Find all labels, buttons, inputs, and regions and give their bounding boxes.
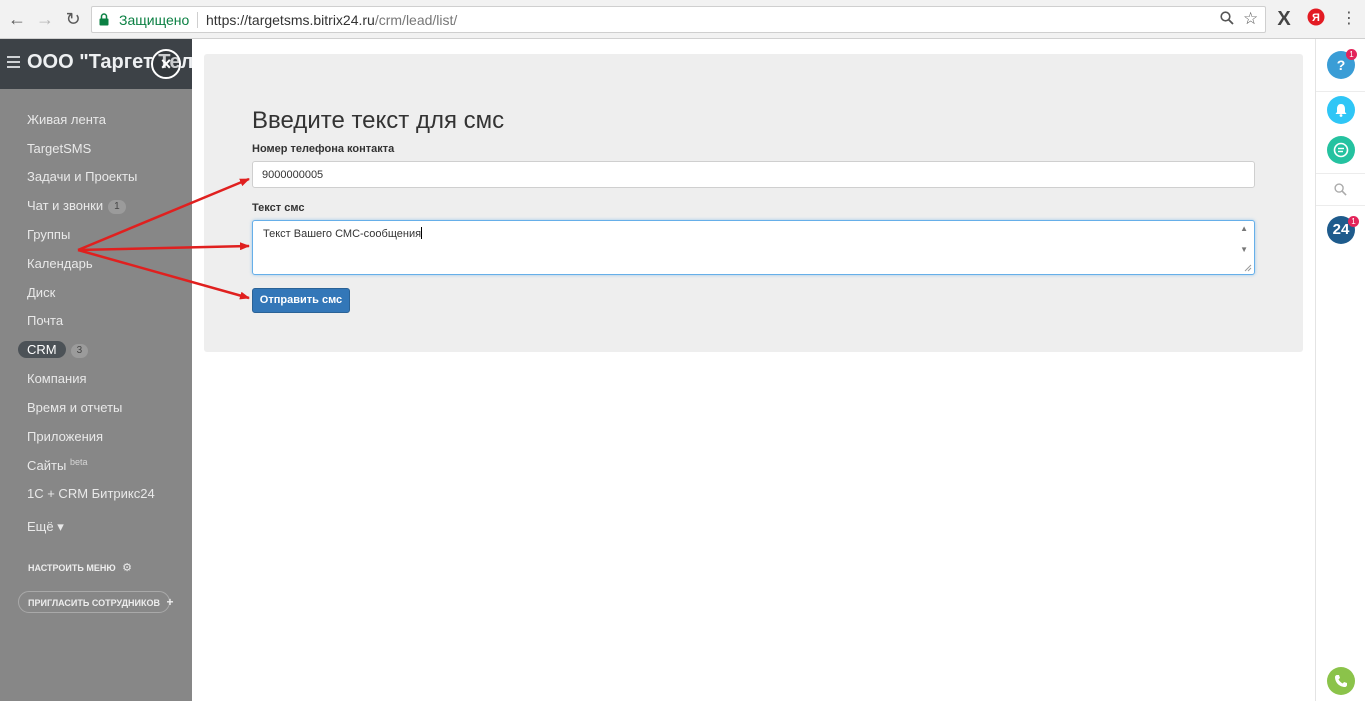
- sidebar-item-crm[interactable]: CRM 3: [18, 341, 89, 358]
- configure-menu-label: НАСТРОИТЬ МЕНЮ: [28, 563, 116, 573]
- main-panel: Введите текст для смс Номер телефона кон…: [192, 39, 1315, 701]
- secure-label: Защищено: [119, 12, 190, 28]
- sms-text-value: Текст Вашего СМС-сообщения: [263, 227, 423, 240]
- rightbar-divider: [1316, 205, 1365, 206]
- sidebar-item-calendar[interactable]: Календарь: [27, 256, 93, 271]
- omnibox-divider: [197, 12, 198, 28]
- search-icon[interactable]: [1220, 11, 1234, 29]
- close-slider-icon[interactable]: ×: [151, 49, 181, 79]
- sms-text: Текст Вашего СМС-сообщения: [263, 228, 422, 240]
- gear-icon: ⚙: [122, 562, 133, 574]
- sidebar-item-live-feed[interactable]: Живая лента: [27, 112, 106, 127]
- bookmark-star-icon[interactable]: ☆: [1243, 9, 1258, 29]
- lock-icon: [99, 13, 109, 26]
- phone-label: Номер телефона контакта: [252, 143, 395, 155]
- phone-input[interactable]: [252, 161, 1255, 188]
- back-icon[interactable]: ←: [6, 8, 28, 30]
- plus-icon: +: [166, 595, 174, 609]
- help-badge: 1: [1346, 49, 1357, 60]
- url-text[interactable]: https://targetsms.bitrix24.ru/crm/lead/l…: [206, 12, 457, 28]
- browser-toolbar: ← → ↻ Защищено https://targetsms.bitrix2…: [0, 0, 1365, 39]
- sidebar-item-apps[interactable]: Приложения: [27, 429, 103, 444]
- sidebar-item-more[interactable]: Ещё ▾: [27, 519, 64, 535]
- hamburger-menu-icon[interactable]: [7, 56, 20, 68]
- yandex-icon[interactable]: Я: [1305, 8, 1327, 30]
- resize-handle-icon[interactable]: [1244, 264, 1252, 272]
- sidebar-item-disk[interactable]: Диск: [27, 285, 55, 300]
- browser-menu-icon[interactable]: ⋮: [1338, 8, 1360, 30]
- sidebar-item-targetsms[interactable]: TargetSMS: [27, 141, 91, 156]
- beta-label: beta: [69, 457, 88, 467]
- scroll-down-icon[interactable]: ▼: [1240, 245, 1248, 254]
- forward-icon[interactable]: →: [34, 8, 56, 30]
- invite-employees-button[interactable]: ПРИГЛАСИТЬ СОТРУДНИКОВ +: [18, 591, 174, 613]
- url-path: /crm/lead/list/: [374, 12, 458, 28]
- sms-form-card: Введите текст для смс Номер телефона кон…: [204, 54, 1303, 352]
- crm-counter-badge: 3: [70, 344, 89, 358]
- reload-icon[interactable]: ↻: [62, 8, 84, 30]
- chat-icon[interactable]: [1327, 136, 1355, 164]
- sms-label: Текст смс: [252, 202, 305, 214]
- sidebar-item-groups[interactable]: Группы: [27, 227, 70, 242]
- sidebar-item-label: Сайты: [27, 458, 67, 473]
- rightbar-divider: [1316, 173, 1365, 174]
- bitrix24-badge: 1: [1348, 216, 1359, 227]
- configure-menu-button[interactable]: НАСТРОИТЬ МЕНЮ ⚙: [28, 561, 132, 574]
- sidebar-item-chat[interactable]: Чат и звонки 1: [27, 198, 126, 214]
- crm-active-pill: CRM: [18, 341, 66, 358]
- sidebar-item-mail[interactable]: Почта: [27, 313, 63, 328]
- sidebar-item-tasks[interactable]: Задачи и Проекты: [27, 169, 137, 184]
- form-title: Введите текст для смс: [252, 107, 505, 134]
- extension-x-icon[interactable]: X: [1273, 8, 1295, 30]
- sidebar-item-company[interactable]: Компания: [27, 371, 87, 386]
- text-caret: [421, 227, 423, 239]
- sidebar-item-time-reports[interactable]: Время и отчеты: [27, 400, 122, 415]
- address-bar[interactable]: Защищено https://targetsms.bitrix24.ru/c…: [91, 6, 1266, 33]
- chat-counter-badge: 1: [108, 200, 126, 214]
- scroll-up-icon[interactable]: ▲: [1240, 224, 1248, 233]
- left-sidebar: ООО "Таргет Телеком" Живая лента TargetS…: [0, 39, 192, 701]
- phone-call-icon[interactable]: [1327, 667, 1355, 695]
- sms-textarea[interactable]: Текст Вашего СМС-сообщения ▲ ▼: [252, 220, 1255, 275]
- search-icon[interactable]: [1334, 183, 1347, 201]
- rightbar-divider: [1316, 91, 1365, 92]
- sidebar-item-sites[interactable]: Сайты beta: [27, 457, 87, 473]
- sidebar-item-label: Чат и звонки: [27, 198, 104, 213]
- right-toolbar: ? 1 24 1: [1315, 39, 1365, 701]
- send-sms-button[interactable]: Отправить смс: [252, 288, 350, 313]
- bell-icon[interactable]: [1327, 96, 1355, 124]
- invite-label: ПРИГЛАСИТЬ СОТРУДНИКОВ: [28, 598, 161, 608]
- url-host: https://targetsms.bitrix24.ru: [206, 12, 375, 28]
- svg-text:Я: Я: [1312, 12, 1320, 24]
- sidebar-item-1c-crm[interactable]: 1С + CRM Битрикс24: [27, 486, 155, 501]
